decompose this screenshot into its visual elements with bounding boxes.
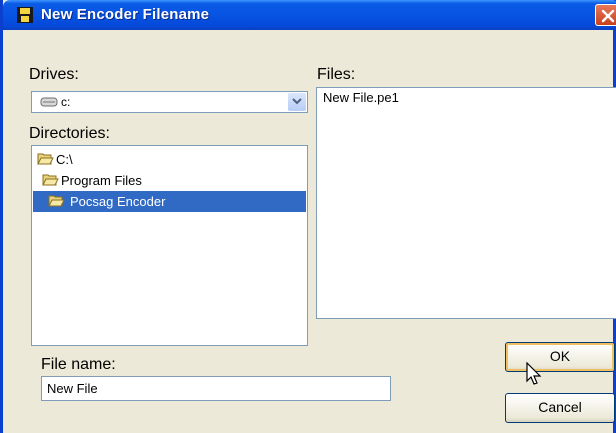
folder-open-icon	[42, 174, 59, 186]
dialog-window: New Encoder Filename Drives: c: Director…	[0, 0, 616, 433]
drives-dropdown-button[interactable]	[288, 93, 306, 111]
directory-item-label: Pocsag Encoder	[70, 194, 166, 209]
filename-input[interactable]	[41, 376, 391, 401]
drives-combobox[interactable]: c:	[31, 91, 308, 113]
directories-label: Directories:	[29, 125, 110, 142]
files-list[interactable]: New File.pe1	[316, 87, 616, 319]
directory-item-label: C:\	[56, 152, 73, 167]
drive-icon	[40, 97, 58, 107]
folder-open-icon	[48, 195, 65, 207]
directories-list[interactable]: C:\ Program Files Pocsag Encoder	[31, 145, 308, 346]
directory-item-label: Program Files	[61, 173, 142, 188]
file-item[interactable]: New File.pe1	[323, 90, 399, 105]
chevron-down-icon	[292, 98, 302, 105]
close-button[interactable]	[595, 4, 616, 26]
floppy-disk-icon	[17, 7, 33, 23]
close-icon	[601, 9, 615, 23]
cancel-button[interactable]: Cancel	[505, 393, 615, 423]
directory-item-selected[interactable]: Pocsag Encoder	[33, 191, 306, 212]
ok-button[interactable]: OK	[505, 342, 615, 372]
mouse-pointer-icon	[526, 362, 542, 385]
filename-label: File name:	[41, 356, 116, 373]
title-bar[interactable]: New Encoder Filename	[3, 0, 616, 30]
window-title: New Encoder Filename	[41, 6, 210, 23]
files-label: Files:	[317, 66, 356, 83]
drives-selected-value: c:	[61, 95, 71, 109]
folder-open-icon	[37, 153, 54, 165]
drives-label: Drives:	[29, 66, 79, 83]
